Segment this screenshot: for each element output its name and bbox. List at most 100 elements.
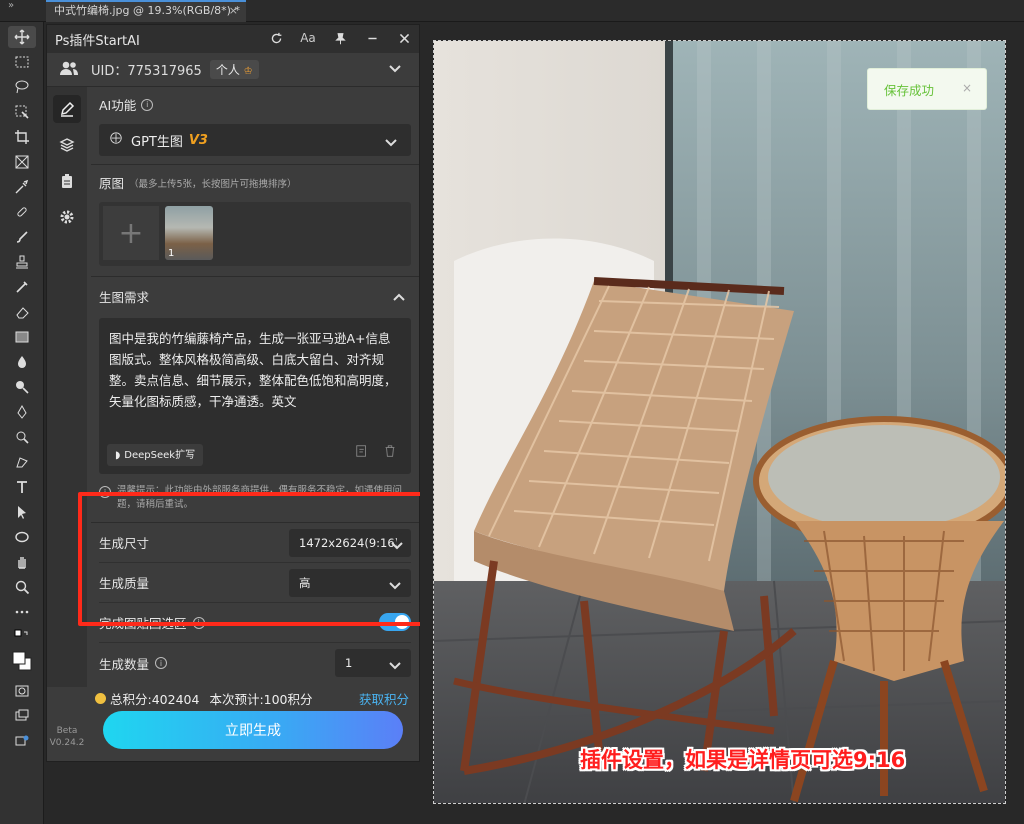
color-swatches[interactable] bbox=[8, 648, 36, 674]
version-info: Beta V0.24.2 bbox=[47, 725, 87, 749]
object-select-tool-icon[interactable] bbox=[8, 101, 36, 123]
collapse-panels-icon[interactable]: » bbox=[8, 0, 14, 11]
plugin-header: Ps插件StartAI Aa bbox=[47, 25, 419, 53]
model-icon bbox=[109, 131, 123, 149]
model-name: GPT生图 bbox=[131, 134, 183, 150]
toast-close-icon[interactable]: × bbox=[962, 81, 972, 95]
count-select[interactable]: 1 bbox=[335, 649, 411, 677]
blur-tool-icon[interactable] bbox=[8, 351, 36, 373]
quick-mask-icon[interactable] bbox=[8, 680, 36, 702]
info-icon[interactable]: i bbox=[141, 98, 154, 111]
source-image-thumbnail[interactable]: 1 bbox=[165, 206, 213, 260]
document-tab-bar: » 中式竹编椅.jpg @ 19.3%(RGB/8*) * × bbox=[0, 0, 1024, 22]
chevron-up-icon[interactable] bbox=[393, 289, 405, 304]
plugin-status-icon[interactable] bbox=[8, 730, 36, 752]
lasso-tool-icon[interactable] bbox=[8, 76, 36, 98]
ai-function-select[interactable]: GPT生图 V3 bbox=[99, 124, 411, 156]
deepseek-whale-icon: ◗ bbox=[115, 449, 121, 461]
source-image-text: 原图 bbox=[99, 176, 125, 191]
chevron-down-icon[interactable] bbox=[389, 62, 401, 77]
swap-colors-icon[interactable] bbox=[8, 626, 36, 648]
count-setting-row: 生成数量 i 1 bbox=[99, 643, 411, 683]
marquee-tool-icon[interactable] bbox=[8, 51, 36, 73]
history-brush-tool-icon[interactable] bbox=[8, 276, 36, 298]
settings-gear-icon[interactable] bbox=[53, 203, 81, 231]
count-value: 1 bbox=[345, 656, 353, 670]
coin-icon bbox=[95, 692, 106, 704]
type-tool-icon[interactable] bbox=[8, 476, 36, 498]
count-label: 生成数量 bbox=[99, 656, 150, 672]
chevron-down-icon bbox=[389, 659, 401, 673]
path-select-tool-icon[interactable] bbox=[8, 501, 36, 523]
source-image-label: 原图 （最多上传5张，长按图片可拖拽排序） bbox=[99, 173, 411, 192]
chevron-down-icon bbox=[385, 136, 397, 151]
zoom-view-tool-icon[interactable] bbox=[8, 426, 36, 448]
eraser-tool-icon[interactable] bbox=[8, 301, 36, 323]
hand-tool-icon[interactable] bbox=[8, 551, 36, 573]
ai-function-text: AI功能 bbox=[99, 98, 137, 113]
ellipse-tool-icon[interactable] bbox=[8, 526, 36, 548]
healing-brush-tool-icon[interactable] bbox=[8, 201, 36, 223]
pin-icon[interactable] bbox=[331, 29, 349, 47]
source-image-hint: （最多上传5张，长按图片可拖拽排序） bbox=[129, 178, 297, 190]
total-points: 总积分:402404 bbox=[110, 691, 200, 707]
thumbnail-index: 1 bbox=[168, 248, 175, 259]
delete-icon[interactable] bbox=[383, 443, 397, 464]
more-tools-icon[interactable] bbox=[8, 601, 36, 623]
ai-function-label: AI功能 i bbox=[99, 95, 411, 114]
startai-plugin-panel: Ps插件StartAI Aa UID：775317965 个人 ♔ AI功能 i … bbox=[46, 24, 420, 762]
uid-label: UID：775317965 bbox=[91, 64, 202, 79]
model-version-badge: V3 bbox=[188, 132, 208, 148]
close-icon[interactable] bbox=[395, 29, 413, 47]
prompt-section-header[interactable]: 生图需求 bbox=[99, 287, 411, 306]
prompt-section-text: 生图需求 bbox=[99, 290, 150, 305]
tools-toolbar bbox=[0, 22, 44, 824]
source-image-list: + 1 bbox=[99, 202, 411, 266]
deepseek-expand-button[interactable]: ◗ DeepSeek扩写 bbox=[107, 444, 204, 466]
gradient-tool-icon[interactable] bbox=[8, 326, 36, 348]
brush-tool-icon[interactable] bbox=[8, 226, 36, 248]
refresh-icon[interactable] bbox=[267, 29, 285, 47]
account-type-badge: 个人 ♔ bbox=[209, 60, 259, 79]
save-success-toast: 保存成功 × bbox=[867, 68, 987, 110]
pen-tool-icon[interactable] bbox=[8, 401, 36, 423]
account-row[interactable]: UID：775317965 个人 ♔ bbox=[47, 53, 419, 87]
close-document-icon[interactable]: × bbox=[229, 2, 238, 20]
minimize-icon[interactable] bbox=[363, 29, 381, 47]
prompt-textarea[interactable]: 图中是我的竹编藤椅产品，生成一张亚马逊A+信息图版式。整体风格极简高级、白底大留… bbox=[99, 318, 411, 474]
generate-button[interactable]: 立即生成 bbox=[103, 711, 403, 749]
add-image-button[interactable]: + bbox=[103, 206, 159, 260]
document-tab[interactable]: 中式竹编椅.jpg @ 19.3%(RGB/8*) * × bbox=[46, 0, 246, 22]
get-points-link[interactable]: 获取积分 bbox=[359, 689, 409, 708]
prompt-template-icon[interactable] bbox=[355, 443, 369, 464]
eyedropper-tool-icon[interactable] bbox=[8, 176, 36, 198]
crown-icon: ♔ bbox=[243, 66, 253, 77]
edit-nav-icon[interactable] bbox=[53, 95, 81, 123]
document-canvas[interactable]: 保存成功 × bbox=[420, 22, 1024, 824]
users-icon bbox=[59, 60, 79, 80]
deepseek-label: DeepSeek扩写 bbox=[124, 449, 196, 461]
layers-nav-icon[interactable] bbox=[53, 131, 81, 159]
product-photo[interactable] bbox=[433, 40, 1006, 804]
clipboard-nav-icon[interactable] bbox=[53, 167, 81, 195]
estimated-cost: 本次预计:100积分 bbox=[209, 691, 313, 707]
move-tool-icon[interactable] bbox=[8, 26, 36, 48]
toast-message: 保存成功 bbox=[884, 82, 935, 98]
highlight-annotation-box bbox=[78, 492, 431, 626]
frame-tool-icon[interactable] bbox=[8, 151, 36, 173]
plugin-footer: 总积分:402404 本次预计:100积分 获取积分 立即生成 bbox=[91, 687, 419, 763]
crop-tool-icon[interactable] bbox=[8, 126, 36, 148]
dodge-tool-icon[interactable] bbox=[8, 376, 36, 398]
zoom-tool-icon[interactable] bbox=[8, 576, 36, 598]
pen-anchor-tool-icon[interactable] bbox=[8, 451, 36, 473]
info-icon[interactable]: i bbox=[155, 657, 168, 669]
prompt-text: 图中是我的竹编藤椅产品，生成一张亚马逊A+信息图版式。整体风格极简高级、白底大留… bbox=[109, 331, 397, 409]
stamp-tool-icon[interactable] bbox=[8, 251, 36, 273]
annotation-caption: 插件设置，如果是详情页可选9:16 bbox=[580, 748, 906, 772]
document-tab-title: 中式竹编椅.jpg @ 19.3%(RGB/8*) * bbox=[54, 4, 240, 17]
beta-label: Beta bbox=[56, 726, 78, 736]
version-label: V0.24.2 bbox=[49, 738, 85, 748]
screen-mode-icon[interactable] bbox=[8, 705, 36, 727]
text-size-icon[interactable]: Aa bbox=[299, 29, 317, 47]
plugin-title: Ps插件StartAI bbox=[55, 33, 140, 49]
